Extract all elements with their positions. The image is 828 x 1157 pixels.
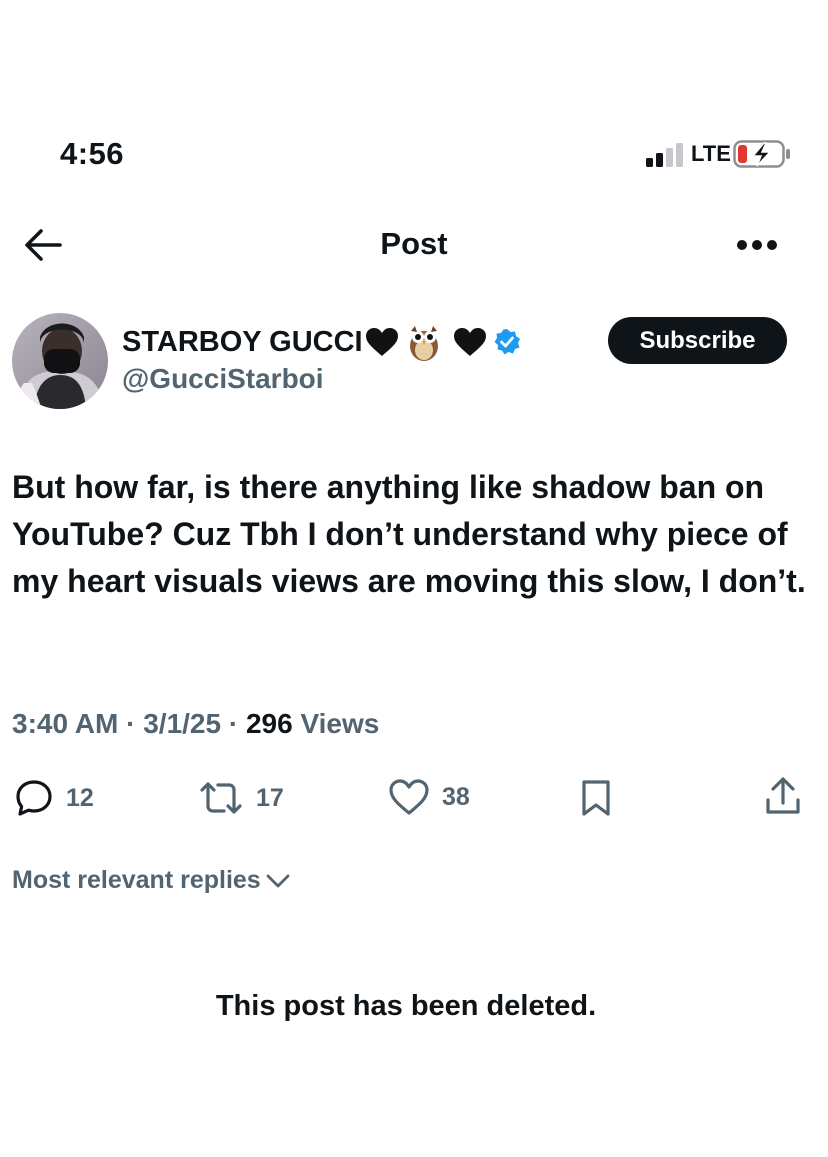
owl-icon — [407, 322, 441, 362]
share-button[interactable] — [764, 776, 802, 818]
share-icon — [766, 777, 800, 814]
post-text: But how far, is there anything like shad… — [12, 469, 806, 599]
like-icon — [389, 779, 429, 815]
avatar[interactable] — [12, 313, 108, 409]
post-meta: 3:40 AM · 3/1/25 · 296 Views — [12, 708, 379, 740]
replies-sort-label: Most relevant replies — [12, 866, 261, 894]
author-handle[interactable]: @GucciStarboi — [122, 363, 324, 395]
network-type: LTE — [691, 141, 731, 166]
verified-badge-icon[interactable] — [493, 328, 521, 356]
post-date[interactable]: 3/1/25 — [143, 708, 221, 739]
subscribe-button[interactable]: Subscribe — [608, 317, 787, 364]
status-time: 4:56 — [60, 136, 125, 171]
signal-icon — [646, 143, 683, 167]
meta-separator: · — [126, 708, 136, 739]
page-title: Post — [380, 226, 448, 261]
repost-icon — [200, 782, 242, 814]
black-heart-icon — [365, 327, 399, 357]
views-count: 296 — [245, 708, 293, 739]
reply-count: 12 — [66, 783, 94, 812]
author-name-text: STARBOY GUCCI — [122, 325, 363, 358]
post-time[interactable]: 3:40 AM — [12, 708, 118, 739]
replies-sort-dropdown[interactable]: Most relevant replies — [12, 866, 291, 895]
like-button[interactable]: 38 — [388, 778, 470, 816]
author-display-name[interactable]: STARBOY GUCCI — [122, 322, 521, 362]
battery-charging-icon — [733, 140, 790, 168]
bookmark-icon — [582, 780, 610, 816]
like-count: 38 — [442, 782, 470, 811]
more-icon[interactable] — [736, 238, 778, 252]
meta-separator: · — [228, 708, 239, 739]
repost-count: 17 — [256, 783, 284, 812]
deleted-post-notice: This post has been deleted. — [215, 990, 597, 1022]
chevron-down-icon — [266, 874, 290, 887]
repost-button[interactable]: 17 — [198, 778, 284, 818]
reply-icon — [16, 780, 52, 816]
black-heart-icon — [453, 327, 487, 357]
avatar-image — [12, 313, 108, 409]
views-label: Views — [300, 708, 380, 739]
reply-button[interactable]: 12 — [14, 778, 94, 818]
bookmark-button[interactable] — [580, 778, 612, 818]
